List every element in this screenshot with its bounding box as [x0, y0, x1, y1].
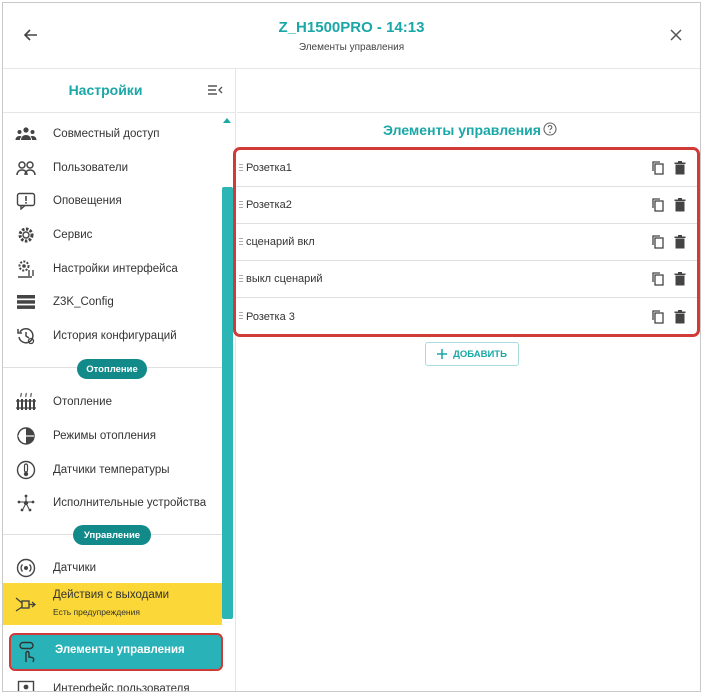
sidebar-item-users[interactable]: Пользователи [3, 153, 222, 183]
scroll-up-icon[interactable] [223, 117, 231, 123]
plus-icon [437, 349, 448, 359]
sidebar-item-label: Оповещения [53, 195, 122, 207]
user-interface-icon [15, 678, 37, 691]
help-icon[interactable] [543, 122, 557, 136]
copy-icon[interactable] [650, 234, 666, 250]
copy-icon[interactable] [650, 197, 666, 213]
interface-settings-icon [15, 258, 37, 280]
list-item-label: Розетка1 [246, 162, 292, 174]
sidebar-item-label: Отопление [53, 396, 112, 408]
delete-icon[interactable] [672, 197, 688, 213]
sidebar-item-interface-settings[interactable]: Настройки интерфейса [3, 254, 222, 284]
delete-icon[interactable] [672, 309, 688, 325]
list-item[interactable]: Розетка 3 [236, 298, 697, 335]
control-elements-list: Розетка1 Розетка2 сценарий вкл выкл сцен… [233, 147, 700, 337]
close-icon [670, 29, 682, 41]
close-button[interactable] [662, 23, 690, 47]
sidebar-item-output-actions[interactable]: Действия с выходами Есть предупреждения [3, 583, 222, 625]
sidebar-item-config-history[interactable]: История конфигураций [3, 321, 222, 351]
list-item[interactable]: Розетка2 [236, 187, 697, 224]
sidebar-item-service[interactable]: Сервис [3, 220, 222, 250]
top-header: Z_H1500PRO - 14:13 Элементы управления [3, 3, 700, 69]
sidebar-item-label: Исполнительные устройства [53, 497, 207, 509]
copy-icon[interactable] [650, 309, 666, 325]
sidebar-item-label: Z3K_Config [53, 296, 114, 308]
touch-control-icon [17, 641, 39, 663]
sidebar-item-heating-modes[interactable]: Режимы отопления [3, 421, 222, 451]
users-icon [15, 157, 37, 179]
add-button-label: ДОБАВИТЬ [453, 348, 507, 360]
list-item-label: Розетка2 [246, 199, 292, 211]
main-toolbar [237, 69, 700, 113]
sensors-icon [15, 557, 37, 579]
sidebar-item-label: Интерфейс пользователя [53, 683, 190, 692]
add-button[interactable]: ДОБАВИТЬ [425, 342, 519, 366]
notifications-icon [15, 190, 37, 212]
sidebar-item-label: Датчики [53, 562, 97, 574]
drag-handle-icon[interactable] [239, 200, 243, 210]
device-title: Z_H1500PRO - 14:13 [278, 19, 425, 36]
sidebar-item-shared-access[interactable]: Совместный доступ [3, 119, 222, 149]
sidebar-item-z3k-config[interactable]: Z3K_Config [3, 287, 222, 317]
drag-handle-icon[interactable] [239, 163, 243, 173]
sidebar-item-label: Пользователи [53, 162, 129, 174]
collapse-menu-icon [208, 85, 223, 95]
sidebar-item-label: Режимы отопления [53, 430, 156, 442]
sidebar-item-label: Датчики температуры [53, 464, 170, 476]
app-window: Z_H1500PRO - 14:13 Элементы управления Н… [2, 2, 701, 692]
list-item-label: Розетка 3 [246, 310, 295, 323]
service-icon [15, 224, 37, 246]
actuators-icon [15, 492, 37, 514]
sidebar-header: Настройки [3, 69, 235, 113]
page-title: Элементы управления [383, 122, 541, 138]
section-control-badge: Управление [73, 525, 151, 545]
sidebar-item-label: Совместный доступ [53, 128, 160, 140]
list-item-label: выкл сценарий [246, 273, 323, 285]
sidebar-item-label: История конфигураций [53, 330, 177, 342]
drag-handle-icon[interactable] [239, 237, 243, 247]
delete-icon[interactable] [672, 271, 688, 287]
settings-sidebar: Настройки Совместный доступ Пользователи… [3, 69, 236, 692]
sidebar-item-sensors[interactable]: Датчики [3, 553, 222, 583]
list-item[interactable]: выкл сценарий [236, 261, 697, 298]
sidebar-scrollbar[interactable] [222, 187, 233, 619]
sidebar-item-user-interface[interactable]: Интерфейс пользователя [3, 674, 222, 692]
sidebar-item-label: Настройки интерфейса [53, 263, 178, 275]
drag-handle-icon[interactable] [239, 274, 243, 284]
sidebar-item-label: Элементы управления [55, 644, 185, 656]
heating-modes-icon [15, 425, 37, 447]
sidebar-item-actuators[interactable]: Исполнительные устройства [3, 488, 222, 518]
sidebar-title: Настройки [68, 82, 143, 98]
delete-icon[interactable] [672, 160, 688, 176]
history-icon [15, 325, 37, 347]
list-item[interactable]: Розетка1 [236, 150, 697, 187]
sidebar-item-heating[interactable]: Отопление [3, 387, 222, 417]
drag-handle-icon[interactable] [239, 311, 243, 321]
copy-icon[interactable] [650, 160, 666, 176]
page-subtitle: Элементы управления [298, 42, 405, 53]
sidebar-item-temp-sensors[interactable]: Датчики температуры [3, 455, 222, 485]
shared-access-icon [15, 123, 37, 145]
sidebar-item-label: Действия с выходами [53, 589, 170, 601]
delete-icon[interactable] [672, 234, 688, 250]
config-icon [15, 291, 37, 313]
copy-icon[interactable] [650, 271, 666, 287]
main-panel: Элементы управления Розетка1 Розетка2 сц… [233, 69, 700, 691]
output-actions-icon [15, 594, 37, 616]
section-heating-badge: Отопление [77, 359, 147, 379]
list-item-label: сценарий вкл [246, 236, 315, 248]
list-item[interactable]: сценарий вкл [236, 224, 697, 261]
collapse-sidebar-button[interactable] [207, 83, 223, 97]
sidebar-item-control-elements[interactable]: Элементы управления [9, 633, 223, 671]
thermometer-icon [15, 459, 37, 481]
sidebar-item-label: Сервис [53, 229, 93, 241]
radiator-icon [15, 391, 37, 413]
warning-sublabel: Есть предупреждения [53, 607, 140, 617]
sidebar-item-notifications[interactable]: Оповещения [3, 186, 222, 216]
